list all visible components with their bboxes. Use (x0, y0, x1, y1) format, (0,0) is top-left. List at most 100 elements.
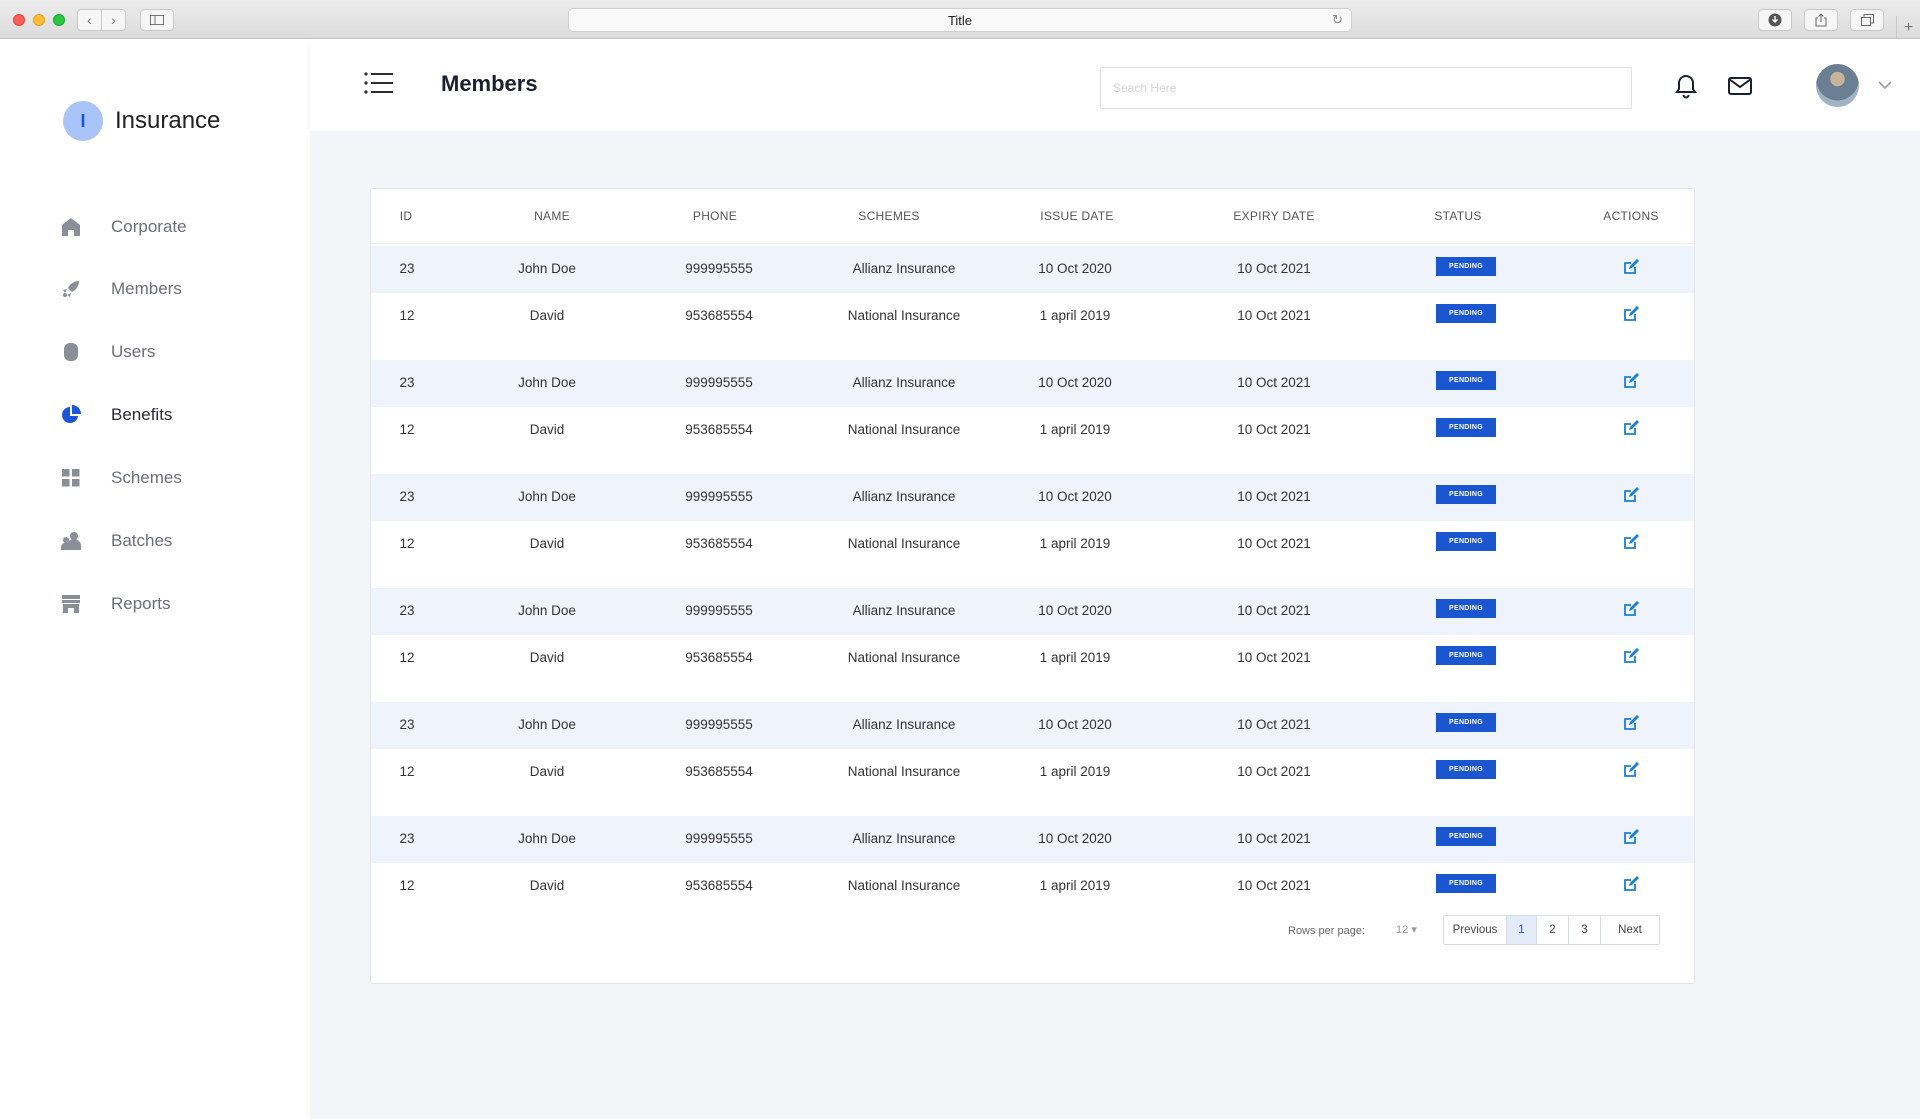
search-input[interactable] (1100, 67, 1632, 109)
forward-button[interactable]: › (101, 9, 126, 31)
cell-expiry-date: 10 Oct 2021 (1237, 422, 1311, 437)
close-window-button[interactable] (13, 14, 25, 26)
top-header: Members (310, 39, 1920, 131)
edit-icon[interactable] (1622, 486, 1640, 504)
next-page-button[interactable]: Next (1601, 916, 1659, 944)
tabs-icon (1860, 14, 1874, 26)
table-row[interactable]: 12 David 953685554 National Insurance 1 apri… (371, 407, 1694, 454)
edit-icon[interactable] (1622, 372, 1640, 390)
page-title: Members (441, 71, 538, 96)
status-badge: PENDING (1436, 760, 1496, 779)
table-row[interactable]: 23 John Doe 999995555 Allianz Insurance 10 O… (371, 588, 1694, 635)
logo-text: Insurance (115, 107, 221, 134)
messages-button[interactable] (1726, 72, 1754, 100)
cell-issue-date: 1 april 2019 (1039, 764, 1111, 779)
cell-issue-date: 1 april 2019 (1039, 422, 1111, 437)
status-badge: PENDING (1436, 713, 1496, 732)
table-row[interactable]: 12 David 953685554 National Insurance 1 apri… (371, 635, 1694, 682)
table-row[interactable]: 12 David 953685554 National Insurance 1 apri… (371, 521, 1694, 568)
browser-chrome: ‹ › Title ↻ + (0, 0, 1920, 39)
logo-badge: I (63, 101, 103, 141)
cell-id: 23 (399, 489, 415, 504)
table-row[interactable]: 23 John Doe 999995555 Allianz Insurance 10 O… (371, 702, 1694, 749)
cell-phone: 999995555 (685, 261, 753, 276)
avatar[interactable] (1816, 64, 1859, 107)
sidebar-item-reports[interactable]: Reports (60, 589, 300, 619)
cell-scheme: National Insurance (847, 308, 961, 323)
sidebar-toggle-button[interactable] (140, 9, 174, 31)
edit-icon[interactable] (1622, 258, 1640, 276)
share-icon (1815, 13, 1827, 27)
page-button-2[interactable]: 2 (1537, 916, 1569, 944)
menu-toggle-button[interactable] (364, 71, 394, 95)
sidebar-item-label: Benefits (111, 405, 173, 424)
status-badge: PENDING (1436, 646, 1496, 665)
cell-scheme: Allianz Insurance (852, 261, 956, 276)
sidebar-icon (150, 15, 164, 25)
new-tab-button[interactable]: + (1896, 16, 1920, 39)
cell-issue-date: 10 Oct 2020 (1038, 603, 1112, 618)
sidebar-item-members[interactable]: Members (60, 274, 300, 304)
chevron-right-icon: › (111, 12, 116, 28)
home-icon (60, 216, 82, 238)
table-row[interactable]: 23 John Doe 999995555 Allianz Insurance 10 O… (371, 360, 1694, 407)
cell-phone: 953685554 (685, 878, 753, 893)
users-icon (60, 530, 82, 552)
cell-scheme: Allianz Insurance (852, 489, 956, 504)
cell-scheme: Allianz Insurance (852, 831, 956, 846)
pagination: Rows per page: 12 ▾ Previous 1 2 3 Next (371, 915, 1694, 947)
column-header-schemes[interactable]: SCHEMES (858, 209, 919, 223)
column-header-name[interactable]: NAME (534, 209, 570, 223)
sidebar-item-batches[interactable]: Batches (60, 526, 300, 556)
edit-icon[interactable] (1622, 305, 1640, 323)
sidebar-item-label: Schemes (111, 468, 182, 487)
address-bar[interactable]: Title ↻ (568, 8, 1352, 32)
status-badge: PENDING (1436, 304, 1496, 323)
tabs-overview-button[interactable] (1850, 9, 1884, 31)
edit-icon[interactable] (1622, 600, 1640, 618)
table-row[interactable]: 12 David 953685554 National Insurance 1 apri… (371, 749, 1694, 796)
sidebar-item-users[interactable]: Users (60, 337, 300, 367)
table-row[interactable]: 23 John Doe 999995555 Allianz Insurance 10 O… (371, 474, 1694, 521)
cell-name: John Doe (518, 717, 576, 732)
edit-icon[interactable] (1622, 828, 1640, 846)
rows-per-page-select[interactable]: 12 ▾ (1396, 923, 1417, 936)
profile-menu-toggle[interactable] (1877, 77, 1893, 93)
edit-icon[interactable] (1622, 647, 1640, 665)
edit-icon[interactable] (1622, 761, 1640, 779)
notifications-button[interactable] (1672, 72, 1700, 100)
page-button-1[interactable]: 1 (1507, 916, 1537, 944)
sidebar-item-corporate[interactable]: Corporate (60, 212, 300, 242)
column-header-expiry-date[interactable]: EXPIRY DATE (1233, 209, 1314, 223)
edit-icon[interactable] (1622, 533, 1640, 551)
cell-id: 12 (399, 536, 415, 551)
status-badge: PENDING (1436, 874, 1496, 893)
minimize-window-button[interactable] (33, 14, 45, 26)
table-row[interactable]: 12 David 953685554 National Insurance 1 apri… (371, 293, 1694, 340)
reload-icon[interactable]: ↻ (1332, 12, 1343, 28)
hamburger-icon (364, 72, 393, 94)
table-row[interactable]: 23 John Doe 999995555 Allianz Insurance 10 O… (371, 246, 1694, 293)
previous-page-button[interactable]: Previous (1444, 916, 1507, 944)
column-header-id[interactable]: ID (400, 209, 413, 223)
share-button[interactable] (1804, 9, 1838, 31)
page-button-3[interactable]: 3 (1569, 916, 1601, 944)
edit-icon[interactable] (1622, 875, 1640, 893)
cell-expiry-date: 10 Oct 2021 (1237, 650, 1311, 665)
downloads-button[interactable] (1758, 9, 1792, 31)
column-header-issue-date[interactable]: ISSUE DATE (1040, 209, 1113, 223)
edit-icon[interactable] (1622, 714, 1640, 732)
edit-icon[interactable] (1622, 419, 1640, 437)
table-row[interactable]: 23 John Doe 999995555 Allianz Insurance 10 O… (371, 816, 1694, 863)
sidebar-item-benefits[interactable]: Benefits (60, 400, 300, 430)
cell-expiry-date: 10 Oct 2021 (1237, 261, 1311, 276)
maximize-window-button[interactable] (53, 14, 65, 26)
caret-down-icon: ▾ (1411, 924, 1417, 936)
sidebar-item-schemes[interactable]: Schemes (60, 463, 300, 493)
table-row[interactable]: 12 David 953685554 National Insurance 1 apri… (371, 863, 1694, 910)
status-badge: PENDING (1436, 827, 1496, 846)
column-header-status[interactable]: STATUS (1434, 209, 1481, 223)
back-button[interactable]: ‹ (77, 9, 102, 31)
column-header-phone[interactable]: PHONE (693, 209, 737, 223)
cell-phone: 953685554 (685, 536, 753, 551)
